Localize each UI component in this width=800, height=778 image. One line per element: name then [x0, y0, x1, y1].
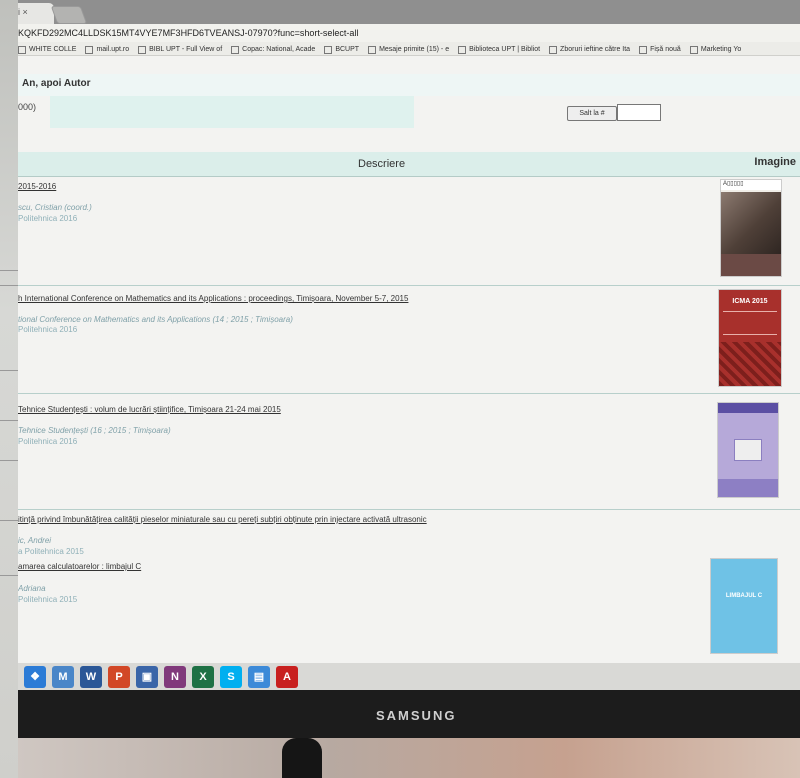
table-row: amarea calculatoarelor : limbajul C Adri… — [18, 556, 800, 663]
record-author: Tehnice Studențești (16 ; 2015 ; Timișoa… — [18, 426, 171, 435]
book-cover-image[interactable]: ICMA 2015 — [718, 289, 782, 387]
record-publisher: Politehnica 2016 — [18, 437, 78, 446]
tab-title: Bi × — [18, 7, 28, 17]
flight-icon — [549, 45, 558, 54]
bookmark-item[interactable]: Fișă nouă — [639, 44, 681, 55]
star-icon — [231, 45, 240, 54]
page-icon — [85, 45, 94, 54]
monitor-screen: Bi × KQKFD292MC4LLDSK15MT4VYE7MF3HFD6TVE… — [18, 0, 800, 690]
excel-icon[interactable]: X — [192, 665, 214, 688]
bookmark-label: Zboruri ieftine către Ita — [560, 46, 631, 53]
bookmark-item[interactable]: BCUPT — [324, 44, 359, 55]
description-header: Descriere — [358, 158, 406, 170]
result-panel — [50, 96, 414, 128]
bookmark-item[interactable]: WHITE COLLE — [18, 44, 76, 55]
record-title-link[interactable]: 2015-2016 — [18, 182, 56, 191]
gmail-icon — [368, 45, 377, 54]
book-cover-image[interactable]: LIMBAJUL C — [710, 558, 778, 654]
bcupt-icon — [324, 45, 333, 54]
bookmark-label: WHITE COLLE — [29, 46, 77, 53]
book-cover-image[interactable] — [717, 402, 779, 498]
record-publisher: a Politehnica 2015 — [18, 547, 84, 556]
monitor-bezel: SAMSUNG — [18, 690, 800, 738]
results-header: Descriere Imagine — [18, 152, 800, 177]
record-title-link[interactable]: h International Conference on Mathematic… — [18, 294, 408, 303]
bookmark-label: mail.upt.ro — [96, 46, 130, 53]
bookmark-icon — [18, 45, 26, 54]
bookmark-label: Copac: National, Acade — [242, 46, 316, 53]
bookmark-label: Marketing Yo — [700, 46, 742, 53]
bookmark-label: BIBL UPT - Full View of — [149, 46, 223, 53]
desk-background — [18, 738, 800, 778]
powerpoint-icon[interactable]: P — [108, 665, 130, 688]
total-label: 000) — [18, 102, 37, 112]
bookmark-label: BCUPT — [335, 46, 360, 53]
onenote-icon[interactable]: N — [164, 665, 186, 688]
photo-left-background — [0, 0, 18, 778]
tab-bar: Bi × — [18, 0, 800, 24]
acrobat-icon[interactable]: A — [276, 665, 298, 688]
record-author: tional Conference on Mathematics and its… — [18, 315, 293, 324]
table-row: itință privind îmbunătățirea calității p… — [18, 510, 800, 556]
cover-title: LIMBAJUL C — [725, 593, 763, 599]
sort-label: An, apoi Autor — [22, 78, 91, 89]
goto-input[interactable] — [617, 104, 661, 121]
start-icon[interactable]: ❖ — [24, 665, 46, 688]
save-icon[interactable]: ▣ — [136, 665, 158, 688]
picture-viewer-icon[interactable]: ▤ — [248, 665, 270, 688]
record-title-link[interactable]: itință privind îmbunătățirea calității p… — [18, 515, 427, 524]
page-icon — [138, 45, 147, 54]
bookmark-label: Biblioteca UPT | Bibliot — [469, 46, 541, 53]
nav-links — [18, 56, 800, 68]
bookmark-item[interactable]: BIBL UPT - Full View of — [138, 44, 222, 55]
record-publisher: Politehnica 2016 — [18, 325, 78, 334]
bookmark-label: Fișă nouă — [650, 46, 681, 53]
bookmark-item[interactable]: Zboruri ieftine către Ita — [549, 44, 630, 55]
address-text: KQKFD292MC4LLDSK15MT4VYE7MF3HFD6TVEANSJ-… — [18, 28, 359, 38]
table-row: 2015-2016 scu, Cristian (coord.) Politeh… — [18, 177, 800, 286]
bookmark-label: Mesaje primite (15) - e — [379, 46, 450, 53]
goto-button[interactable]: Salt la # — [567, 106, 617, 121]
monitor-brand-logo: SAMSUNG — [376, 708, 457, 723]
table-row: h International Conference on Mathematic… — [18, 286, 800, 394]
record-title-link[interactable]: amarea calculatoarelor : limbajul C — [18, 562, 141, 571]
linkedin-icon — [689, 45, 698, 54]
record-title-link[interactable]: Tehnice Studențești : volum de lucrări ș… — [18, 405, 281, 414]
monitor-stand — [282, 738, 322, 778]
word-icon[interactable]: W — [80, 665, 102, 688]
browser-tab[interactable]: Bi × — [18, 3, 54, 24]
bookmarks-bar: WHITE COLLE mail.upt.ro BIBL UPT - Full Vi… — [18, 42, 800, 56]
bookmark-item[interactable]: Biblioteca UPT | Bibliot — [458, 44, 540, 55]
address-bar[interactable]: KQKFD292MC4LLDSK15MT4VYE7MF3HFD6TVEANSJ-… — [18, 24, 800, 42]
record-publisher: Politehnica 2016 — [18, 214, 78, 223]
bookmark-item[interactable]: Mesaje primite (15) - e — [368, 44, 449, 55]
record-publisher: Politehnica 2015 — [18, 595, 78, 604]
image-header: Imagine — [754, 156, 796, 168]
bookmark-item[interactable]: Copac: National, Acade — [231, 44, 315, 55]
record-author: Adriana — [18, 584, 46, 593]
taskbar: ❖ M W P ▣ N X S ▤ A — [18, 663, 800, 690]
skype-icon[interactable]: S — [220, 665, 242, 688]
cover-title: ICMA 2015 — [732, 298, 768, 305]
bookmark-item[interactable]: mail.upt.ro — [85, 44, 129, 55]
sort-banner: An, apoi Autor — [18, 74, 800, 96]
result-controls: 000) Salt la # — [18, 96, 800, 136]
page-icon — [458, 45, 467, 54]
table-row: Tehnice Studențești : volum de lucrări ș… — [18, 394, 800, 510]
record-author: scu, Cristian (coord.) — [18, 203, 92, 212]
marc-icon[interactable]: M — [52, 665, 74, 688]
record-author: ic, Andrei — [18, 536, 52, 545]
page-icon — [639, 45, 648, 54]
book-cover-image[interactable]: A▯▯▯▯▯ — [720, 179, 782, 277]
bookmark-item[interactable]: Marketing Yo — [689, 44, 742, 55]
new-tab-button[interactable] — [50, 6, 88, 24]
